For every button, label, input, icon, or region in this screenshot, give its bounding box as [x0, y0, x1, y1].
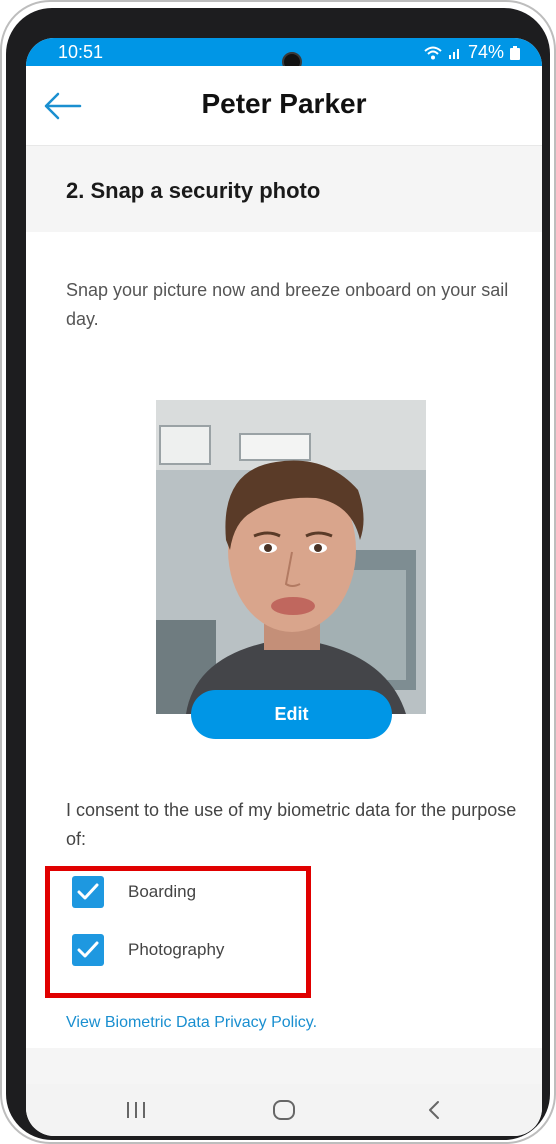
checkbox-row-photography[interactable]: Photography — [72, 934, 224, 966]
recent-apps-icon — [127, 1102, 145, 1118]
wifi-icon — [424, 46, 442, 59]
footer-band — [26, 1048, 542, 1084]
photography-checkbox[interactable] — [72, 934, 104, 966]
consent-text: I consent to the use of my biometric dat… — [66, 800, 517, 849]
checkbox-row-boarding[interactable]: Boarding — [72, 876, 196, 908]
status-icons: 74% — [424, 42, 520, 63]
recent-apps-button[interactable] — [106, 1090, 166, 1130]
edit-photo-button[interactable]: Edit — [191, 690, 392, 739]
chevron-left-icon — [429, 1101, 439, 1119]
photography-label: Photography — [128, 940, 225, 959]
security-photo — [156, 400, 426, 714]
privacy-policy-link[interactable]: View Biometric Data Privacy Policy. — [66, 1014, 317, 1032]
section-title: 2. Snap a security photo — [66, 178, 321, 203]
home-icon — [273, 1100, 295, 1120]
checkmark-icon — [77, 883, 99, 900]
signal-icon — [448, 48, 459, 59]
battery-icon — [510, 45, 520, 60]
page-title: Peter Parker — [201, 88, 367, 119]
back-nav-button[interactable] — [404, 1090, 464, 1130]
section-header: 2. Snap a security photo — [26, 146, 542, 232]
battery-percent: 74% — [467, 42, 504, 62]
app-bar: Peter Parker — [26, 66, 542, 146]
screen: 10:51 74% Peter Parker 2. Snap a securit… — [26, 38, 542, 1136]
portrait-image — [156, 400, 426, 714]
system-nav-bar — [26, 1084, 542, 1136]
home-button[interactable] — [254, 1090, 314, 1130]
intro-text: Snap your picture now and breeze onboard… — [66, 280, 509, 329]
boarding-checkbox[interactable] — [72, 876, 104, 908]
status-time: 10:51 — [58, 42, 104, 62]
checkmark-icon — [77, 941, 99, 958]
boarding-label: Boarding — [128, 882, 197, 901]
